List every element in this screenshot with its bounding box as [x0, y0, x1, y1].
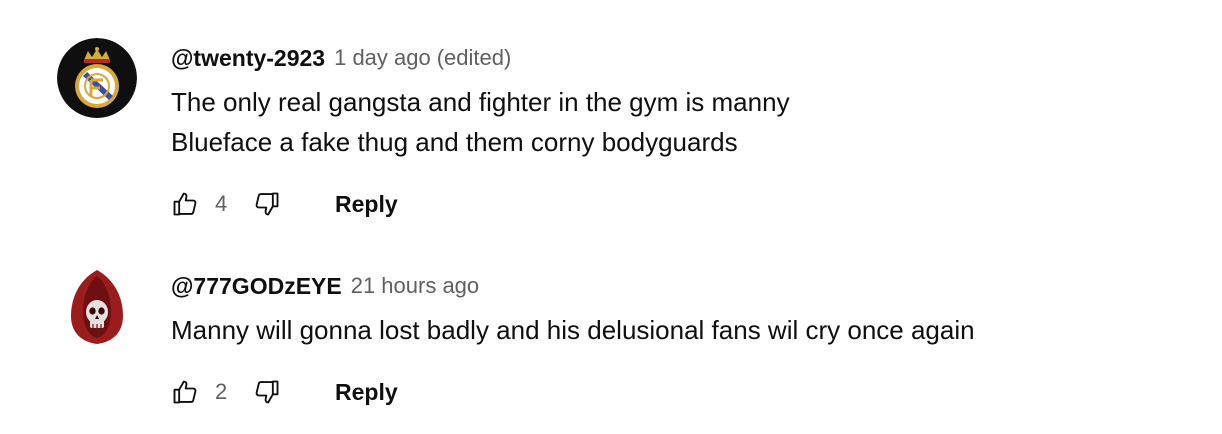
dislike-button[interactable]	[253, 378, 281, 406]
comment-actions: 4 Reply	[171, 184, 398, 224]
avatar[interactable]	[57, 266, 137, 346]
hooded-skull-icon	[57, 266, 137, 346]
comment-text-line: The only real gangsta and fighter in the…	[171, 87, 790, 117]
thumbs-up-icon	[173, 380, 197, 404]
comment-author[interactable]: @777GODzEYE	[171, 273, 342, 300]
comment-actions: 2 Reply	[171, 372, 398, 412]
comment-text-line: Blueface a fake thug and them corny body…	[171, 127, 738, 157]
like-button[interactable]	[171, 190, 199, 218]
thumbs-down-icon	[255, 380, 279, 404]
comment-timestamp[interactable]: 21 hours ago	[351, 273, 479, 299]
like-button[interactable]	[171, 378, 199, 406]
comment-timestamp[interactable]: 1 day ago	[334, 45, 431, 71]
thumbs-up-icon	[173, 192, 197, 216]
comment-author[interactable]: @twenty-2923	[171, 45, 325, 72]
edited-label: (edited)	[436, 45, 512, 70]
comment-text: The only real gangsta and fighter in the…	[171, 82, 1222, 162]
reply-button[interactable]: Reply	[335, 379, 398, 406]
avatar[interactable]	[57, 38, 137, 118]
thumbs-down-icon	[255, 192, 279, 216]
reply-button[interactable]: Reply	[335, 191, 398, 218]
comment-text: Manny will gonna lost badly and his delu…	[171, 310, 1222, 350]
comment-text-line: Manny will gonna lost badly and his delu…	[171, 315, 975, 345]
like-count: 2	[215, 379, 228, 404]
like-count: 4	[215, 191, 228, 216]
crest-logo-icon	[57, 38, 137, 118]
dislike-button[interactable]	[253, 190, 281, 218]
